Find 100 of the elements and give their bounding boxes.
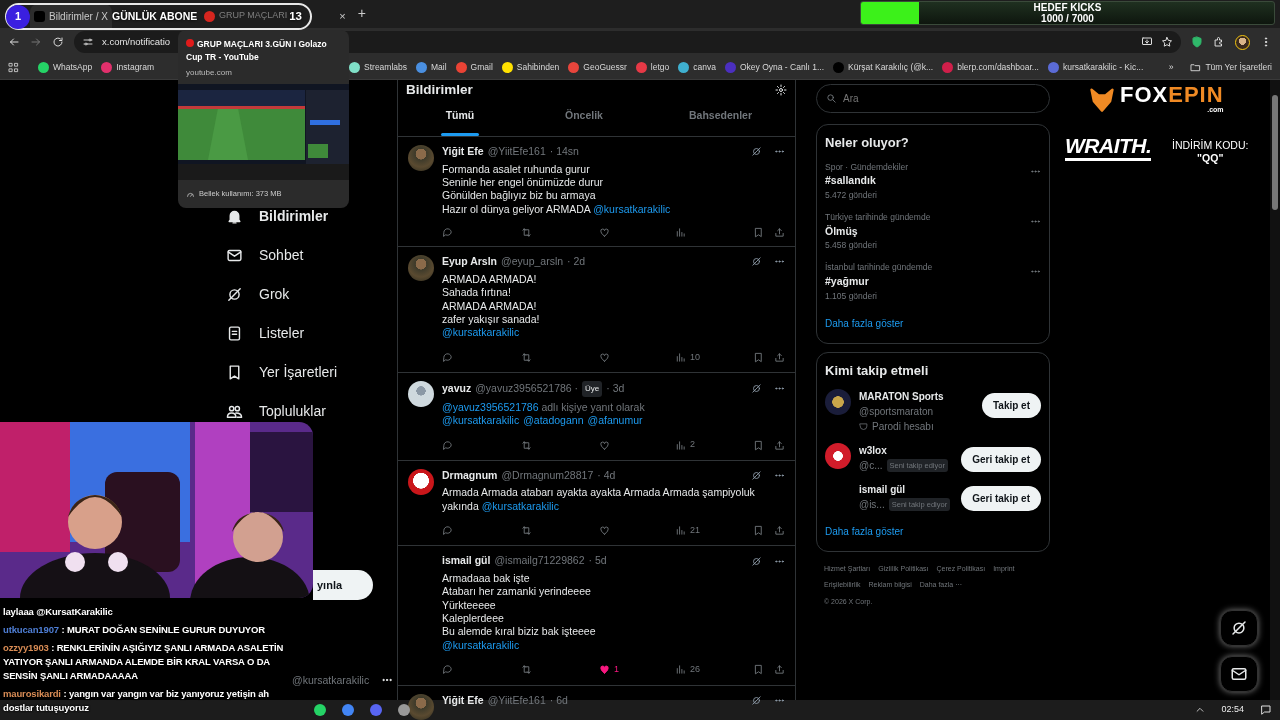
forward-icon[interactable] — [30, 36, 42, 48]
repost-icon[interactable] — [521, 351, 532, 363]
bookmark[interactable]: Instagram — [101, 61, 154, 74]
bookmark[interactable]: Kürşat Karakılıç (@k... — [833, 61, 934, 74]
reply-icon[interactable] — [442, 439, 453, 451]
reply-icon[interactable] — [442, 664, 453, 676]
views-icon[interactable] — [675, 439, 686, 451]
views-icon[interactable] — [675, 351, 686, 363]
share-icon[interactable] — [774, 351, 785, 363]
grok-icon — [1230, 619, 1248, 637]
shield-icon[interactable] — [1191, 36, 1203, 48]
bookmark[interactable]: Streamlabs — [349, 61, 407, 74]
apps-grid-icon[interactable] — [8, 62, 19, 73]
mention-link[interactable]: @afanumur — [587, 413, 643, 426]
post-time: · 5d — [588, 554, 607, 568]
repost-icon[interactable] — [521, 227, 532, 239]
live-icon — [186, 39, 194, 47]
preview-url: youtube.com — [186, 67, 233, 79]
mention-link[interactable]: @kursatkarakilic — [442, 638, 520, 651]
repost-icon[interactable] — [521, 664, 532, 676]
post-time: · 6d — [549, 693, 568, 708]
chevron-up-icon[interactable] — [1195, 705, 1206, 715]
tab[interactable]: Bahsedenler — [688, 100, 752, 137]
heart-icon[interactable] — [599, 664, 610, 676]
scrollbar[interactable] — [1270, 80, 1280, 700]
nav-item[interactable]: Topluluklar — [226, 398, 376, 424]
heart-icon[interactable] — [599, 525, 610, 537]
share-icon[interactable] — [774, 439, 785, 451]
views-icon[interactable] — [675, 227, 686, 239]
share-icon[interactable] — [774, 664, 785, 676]
nav-item[interactable]: Sohbet — [226, 242, 376, 268]
grok-button[interactable] — [1220, 610, 1258, 646]
bookmark[interactable]: Gmail — [455, 61, 493, 74]
bookmark-icon[interactable] — [753, 351, 764, 363]
share-icon[interactable] — [774, 227, 785, 239]
show-more-link[interactable]: Daha fazla göster — [825, 523, 1041, 539]
all-bookmarks-button[interactable]: Tüm Yer İşaretleri — [1190, 61, 1272, 74]
grok-icon[interactable] — [751, 555, 762, 567]
repost-icon[interactable] — [521, 525, 532, 537]
nav-item[interactable]: Listeler — [226, 320, 376, 346]
heart-icon[interactable] — [599, 351, 610, 363]
post-button[interactable]: yınla — [313, 570, 373, 600]
profile-avatar[interactable] — [1235, 34, 1250, 50]
bookmark[interactable]: GeoGuessr — [568, 61, 627, 74]
more-bookmarks-button[interactable]: » — [1168, 61, 1174, 74]
mention-link[interactable]: @kursatkarakilic — [442, 413, 520, 426]
bookmark-icon[interactable] — [753, 439, 764, 451]
mention-link[interactable]: @atadogann — [523, 413, 584, 426]
bookmark[interactable]: letgo — [635, 61, 670, 74]
grok-icon[interactable] — [751, 383, 762, 395]
grok-icon[interactable] — [751, 469, 762, 481]
grok-icon[interactable] — [751, 256, 762, 268]
settings-icon[interactable] — [775, 84, 787, 97]
show-more-link[interactable]: Daha fazla göster — [825, 316, 1041, 332]
tab[interactable]: Tümü — [441, 100, 479, 137]
browser-tab[interactable]: Bildirimler / X — [30, 4, 112, 28]
follow-button[interactable]: Takip et — [981, 392, 1041, 418]
nav-item[interactable]: Grok — [226, 281, 376, 307]
puzzle-icon[interactable] — [1213, 36, 1225, 48]
reply-icon[interactable] — [442, 227, 453, 239]
follow-button[interactable]: Geri takip et — [961, 485, 1041, 511]
heart-icon[interactable] — [599, 227, 610, 239]
bookmark[interactable]: Sahibinden — [501, 61, 560, 74]
heart-icon[interactable] — [599, 439, 610, 451]
bookmark-icon[interactable] — [753, 227, 764, 239]
bookmark-icon[interactable] — [753, 525, 764, 537]
grok-icon[interactable] — [751, 146, 762, 158]
bookmark[interactable]: Mail — [416, 61, 447, 74]
bookmark[interactable]: blerp.com/dashboar... — [942, 61, 1039, 74]
bookmark[interactable]: canva — [678, 61, 716, 74]
back-icon[interactable] — [8, 36, 20, 48]
mention-link[interactable]: @kursatkarakilic — [481, 499, 559, 512]
views-icon[interactable] — [675, 525, 686, 537]
views-icon[interactable] — [675, 664, 686, 676]
reload-icon[interactable] — [52, 36, 64, 48]
follow-button[interactable]: Geri takip et — [961, 446, 1041, 472]
grok-icon[interactable] — [751, 694, 762, 706]
new-tab-button[interactable]: + — [357, 3, 366, 24]
reply-icon[interactable] — [442, 351, 453, 363]
notification-icon[interactable] — [1260, 704, 1272, 716]
bookmark[interactable]: WhatsApp — [38, 61, 93, 74]
nav-item[interactable]: Yer İşaretleri — [226, 359, 376, 385]
install-icon[interactable] — [1141, 36, 1153, 48]
close-tab-button[interactable]: × — [339, 7, 346, 24]
repost-icon[interactable] — [521, 439, 532, 451]
share-icon[interactable] — [774, 525, 785, 537]
site-icon — [724, 62, 736, 73]
mention-link[interactable]: @kursatkarakilic — [593, 202, 671, 215]
search-field[interactable]: Ara — [816, 84, 1050, 113]
bookmark[interactable]: Okey Oyna - Canlı 1... — [724, 61, 825, 74]
star-icon[interactable] — [1161, 36, 1173, 48]
messages-button[interactable] — [1220, 656, 1258, 692]
bookmark-icon[interactable] — [753, 664, 764, 676]
bookmark[interactable]: kursatkarakilic - Kic... — [1047, 61, 1144, 74]
mention-link[interactable]: @kursatkarakilic — [442, 326, 520, 339]
mention-link[interactable]: @yavuz3956521786 — [442, 400, 539, 413]
reply-icon[interactable] — [442, 525, 453, 537]
tab[interactable]: Öncelik — [564, 100, 603, 137]
nav-item[interactable]: Bildirimler — [226, 203, 376, 229]
site-settings-icon[interactable] — [82, 36, 94, 48]
